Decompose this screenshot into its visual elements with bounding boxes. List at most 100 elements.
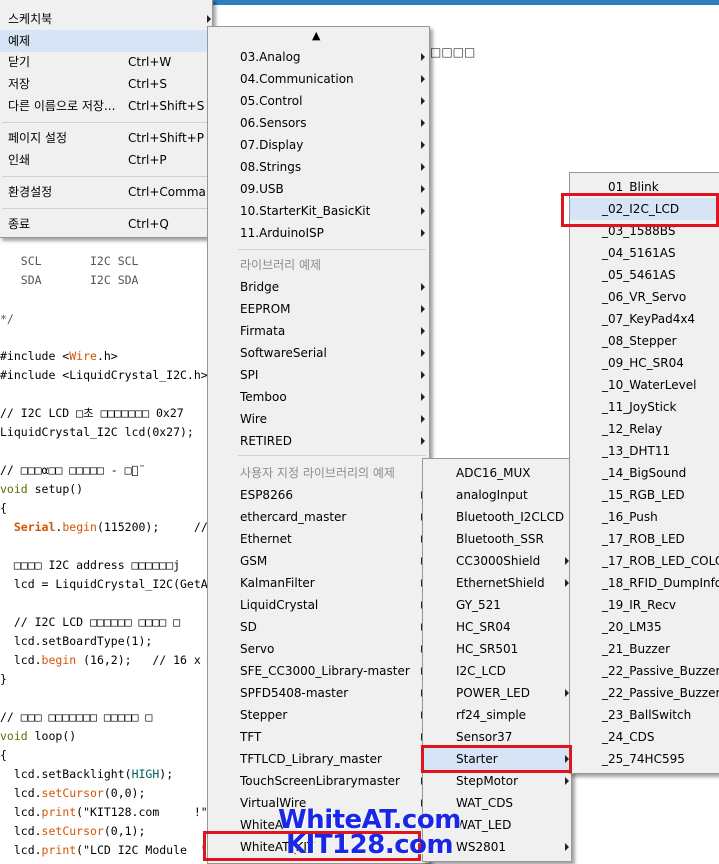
custom-library-item[interactable]: TouchScreenLibrarymaster bbox=[208, 770, 429, 792]
chevron-right-icon bbox=[421, 393, 425, 401]
whiteat-item[interactable]: HC_SR501 bbox=[423, 638, 571, 660]
examples-item[interactable]: 03.Analog bbox=[208, 46, 429, 68]
whiteat-item[interactable]: GY_521 bbox=[423, 594, 571, 616]
custom-library-item[interactable]: Stepper bbox=[208, 704, 429, 726]
file-menu-item[interactable]: 다른 이름으로 저장... Ctrl+Shift+S bbox=[0, 95, 212, 117]
chevron-right-icon bbox=[421, 305, 425, 313]
custom-library-item[interactable]: ESP8266 bbox=[208, 484, 429, 506]
starter-item[interactable]: _15_RGB_LED bbox=[570, 484, 719, 506]
whiteat-item[interactable]: ADC16_MUX bbox=[423, 462, 571, 484]
chevron-right-icon bbox=[421, 229, 425, 237]
library-item[interactable]: Firmata bbox=[208, 320, 429, 342]
whiteat-item[interactable]: POWER_LED bbox=[423, 682, 571, 704]
whiteat-item[interactable]: CC3000Shield bbox=[423, 550, 571, 572]
file-menu-item[interactable]: 저장 Ctrl+S bbox=[0, 73, 212, 95]
file-menu-item[interactable]: 스케치북 bbox=[0, 8, 212, 30]
custom-library-item[interactable]: SFE_CC3000_Library-master bbox=[208, 660, 429, 682]
custom-library-item[interactable]: TFTLCD_Library_master bbox=[208, 748, 429, 770]
starter-item[interactable]: _23_BallSwitch bbox=[570, 704, 719, 726]
chevron-right-icon bbox=[421, 185, 425, 193]
custom-library-item[interactable]: KalmanFilter bbox=[208, 572, 429, 594]
examples-item[interactable]: 11.ArduinoISP bbox=[208, 222, 429, 244]
starter-item[interactable]: _12_Relay bbox=[570, 418, 719, 440]
code-line: SDA I2C SDA bbox=[0, 273, 139, 287]
custom-library-item[interactable]: GSM bbox=[208, 550, 429, 572]
whiteat-item[interactable]: HC_SR04 bbox=[423, 616, 571, 638]
examples-item[interactable]: 04.Communication bbox=[208, 68, 429, 90]
starter-item[interactable]: _24_CDS bbox=[570, 726, 719, 748]
starter-item[interactable]: _10_WaterLevel bbox=[570, 374, 719, 396]
starter-item[interactable]: _13_DHT11 bbox=[570, 440, 719, 462]
menu-item-label: _18_RFID_DumpInfo bbox=[602, 576, 719, 590]
starter-item[interactable]: _07_KeyPad4x4 bbox=[570, 308, 719, 330]
library-item[interactable]: RETIRED bbox=[208, 430, 429, 452]
examples-item[interactable]: 09.USB bbox=[208, 178, 429, 200]
starter-item[interactable]: _06_VR_Servo bbox=[570, 286, 719, 308]
code-line: lcd.setCursor(0,1); bbox=[0, 824, 146, 838]
starter-item[interactable]: _17_ROB_LED_COLOR bbox=[570, 550, 719, 572]
file-menu-item[interactable]: 환경설정 Ctrl+Comma bbox=[0, 181, 212, 203]
starter-item[interactable]: _21_Buzzer bbox=[570, 638, 719, 660]
starter-menu: _01_Blink _02_I2C_LCD _03_1588BS _04_5161AS… bbox=[569, 172, 719, 774]
library-item[interactable]: Temboo bbox=[208, 386, 429, 408]
library-item[interactable]: SoftwareSerial bbox=[208, 342, 429, 364]
menu-item-label: _15_RGB_LED bbox=[602, 488, 685, 502]
whiteat-item[interactable]: Bluetooth_I2CLCD bbox=[423, 506, 571, 528]
starter-item[interactable]: _18_RFID_DumpInfo bbox=[570, 572, 719, 594]
examples-item[interactable]: 08.Strings bbox=[208, 156, 429, 178]
custom-library-item[interactable]: Ethernet bbox=[208, 528, 429, 550]
starter-item[interactable]: _22_Passive_Buzzer2 bbox=[570, 682, 719, 704]
custom-library-item[interactable]: ethercard_master bbox=[208, 506, 429, 528]
code-line: SCL I2C SCL bbox=[0, 254, 139, 268]
custom-library-item[interactable]: SPFD5408-master bbox=[208, 682, 429, 704]
menu-item-label: 페이지 설정 bbox=[8, 131, 68, 145]
menu-item-label: _05_5461AS bbox=[602, 268, 676, 282]
examples-item[interactable]: 05.Control bbox=[208, 90, 429, 112]
examples-item[interactable]: 07.Display bbox=[208, 134, 429, 156]
whiteat-item[interactable]: rf24_simple bbox=[423, 704, 571, 726]
examples-item[interactable]: 10.StarterKit_BasicKit bbox=[208, 200, 429, 222]
whiteat-item[interactable]: Bluetooth_SSR bbox=[423, 528, 571, 550]
file-menu-item[interactable]: 종료 Ctrl+Q bbox=[0, 213, 212, 235]
chevron-right-icon bbox=[565, 777, 569, 785]
whiteat-item[interactable]: analogInput bbox=[423, 484, 571, 506]
file-menu-item[interactable]: 인쇄 Ctrl+P bbox=[0, 149, 212, 171]
menu-item-label: SPFD5408-master bbox=[240, 686, 349, 700]
scroll-up-icon[interactable]: ▲ bbox=[312, 29, 320, 42]
file-menu-item[interactable]: 닫기 Ctrl+W bbox=[0, 51, 212, 73]
menu-separator bbox=[238, 249, 426, 250]
chevron-right-icon bbox=[421, 53, 425, 61]
menu-item-label: 환경설정 bbox=[8, 185, 53, 199]
starter-item[interactable]: _04_5161AS bbox=[570, 242, 719, 264]
starter-item[interactable]: _20_LM35 bbox=[570, 616, 719, 638]
starter-item[interactable]: _05_5461AS bbox=[570, 264, 719, 286]
library-item[interactable]: Wire bbox=[208, 408, 429, 430]
custom-library-item[interactable]: SD bbox=[208, 616, 429, 638]
custom-library-item[interactable]: TFT bbox=[208, 726, 429, 748]
library-item[interactable]: EEPROM bbox=[208, 298, 429, 320]
starter-item[interactable]: _16_Push bbox=[570, 506, 719, 528]
starter-item[interactable]: _14_BigSound bbox=[570, 462, 719, 484]
whiteat-item[interactable]: EthernetShield bbox=[423, 572, 571, 594]
starter-item[interactable]: _22_Passive_Buzzer1 bbox=[570, 660, 719, 682]
custom-library-item[interactable]: Servo bbox=[208, 638, 429, 660]
whiteat-item[interactable]: StepMotor bbox=[423, 770, 571, 792]
menu-item-label: 사용자 지정 라이브러리의 예제 bbox=[240, 466, 395, 480]
starter-item[interactable]: _08_Stepper bbox=[570, 330, 719, 352]
whiteat-item[interactable]: I2C_LCD bbox=[423, 660, 571, 682]
starter-item[interactable]: _11_JoyStick bbox=[570, 396, 719, 418]
chevron-right-icon bbox=[421, 141, 425, 149]
chevron-right-icon bbox=[207, 15, 211, 23]
starter-item[interactable]: _17_ROB_LED bbox=[570, 528, 719, 550]
examples-item[interactable]: 06.Sensors bbox=[208, 112, 429, 134]
starter-item[interactable]: _09_HC_SR04 bbox=[570, 352, 719, 374]
starter-item[interactable]: _19_IR_Recv bbox=[570, 594, 719, 616]
library-item[interactable]: SPI bbox=[208, 364, 429, 386]
file-menu-item[interactable]: 예제 bbox=[0, 30, 212, 52]
menu-item-label: _19_IR_Recv bbox=[602, 598, 677, 612]
starter-item[interactable]: _25_74HC595 bbox=[570, 748, 719, 770]
library-item[interactable]: Bridge bbox=[208, 276, 429, 298]
menu-item-label: 04.Communication bbox=[240, 72, 354, 86]
file-menu-item[interactable]: 페이지 설정 Ctrl+Shift+P bbox=[0, 127, 212, 149]
custom-library-item[interactable]: LiquidCrystal bbox=[208, 594, 429, 616]
